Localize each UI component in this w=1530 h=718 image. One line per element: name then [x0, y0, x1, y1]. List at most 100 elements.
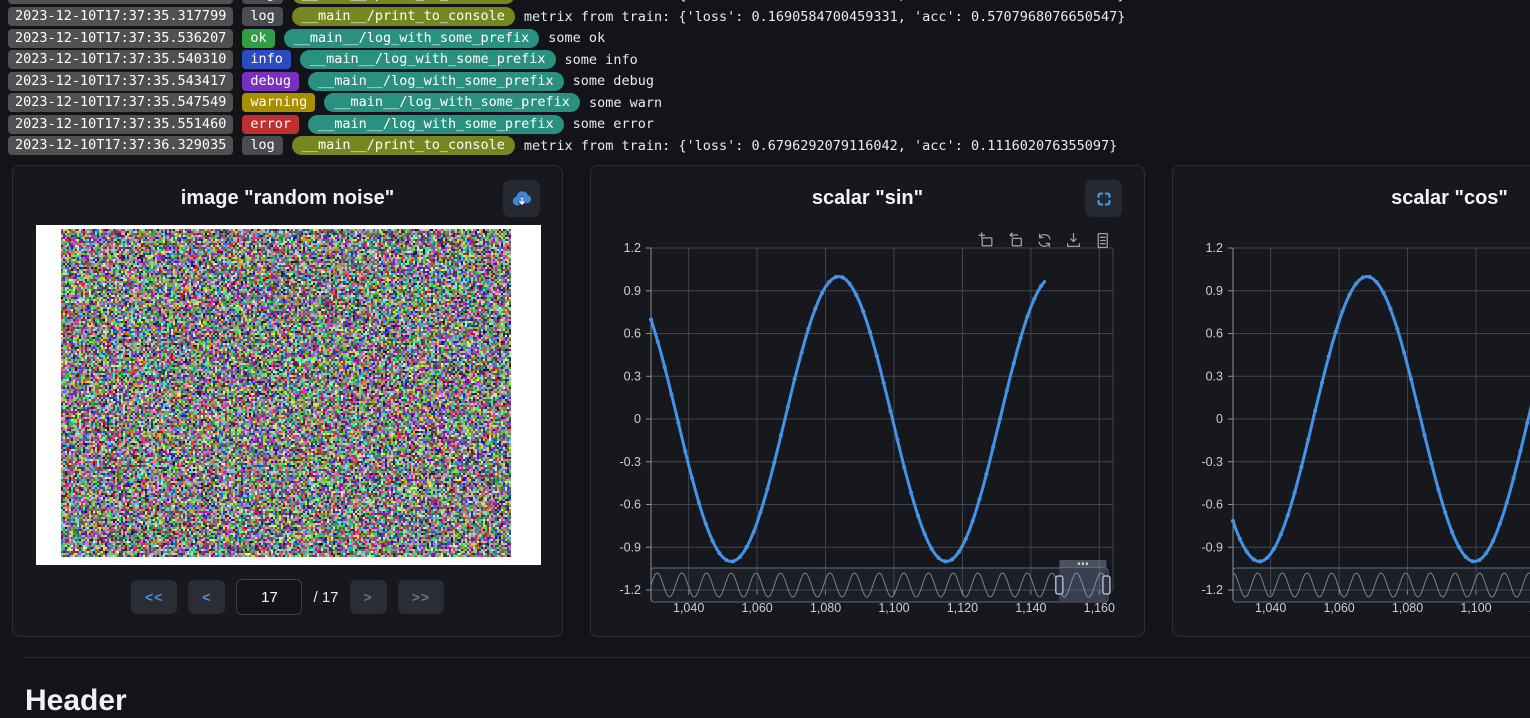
log-level-badge: log — [242, 136, 282, 155]
svg-text:0: 0 — [634, 412, 641, 426]
log-row: 2023-12-10T17:37:36.329035 log __main__/pr… — [8, 136, 1530, 155]
log-row: 2023-12-10T17:37:35.317799 log __main__/pr… — [8, 0, 1530, 4]
toolbox-save-image-button[interactable] — [1065, 232, 1082, 251]
x-axis-labels: 1,0401,0601,0801,1001,1201,1401,160 — [1255, 601, 1530, 615]
svg-text:0.9: 0.9 — [624, 284, 641, 298]
svg-text:-1.2: -1.2 — [1201, 583, 1223, 597]
random-noise-image — [61, 229, 511, 557]
svg-text:-0.9: -0.9 — [619, 540, 641, 554]
svg-text:1,120: 1,120 — [947, 601, 978, 615]
log-message: some warn — [589, 95, 662, 111]
log-message: metrix from train: {'loss': 0.6796292079… — [524, 138, 1117, 154]
sin-chart-card: scalar "sin" 1.20.90.60.30-0.3-0.6-0.9-1… — [590, 165, 1145, 637]
datazoom-move-handle[interactable] — [1059, 560, 1106, 568]
log-prefix-badge: __main__/print_to_console — [292, 7, 515, 26]
cos-chart: 1.20.90.60.30-0.3-0.6-0.9-1.21,0401,0601… — [1173, 166, 1530, 636]
svg-text:-0.3: -0.3 — [1201, 455, 1223, 469]
svg-text:1,160: 1,160 — [1084, 601, 1115, 615]
toolbox-restore-button[interactable] — [1036, 232, 1053, 251]
log-row: 2023-12-10T17:37:35.536207 ok __main__/log… — [8, 29, 1530, 48]
log-row-partial: 2023-12-10T17:37:35.317799 log __main__/pr… — [8, 0, 1530, 5]
svg-text:1.2: 1.2 — [624, 241, 641, 255]
noise-image-frame — [36, 225, 541, 565]
y-axis-labels: 1.20.90.60.30-0.3-0.6-0.9-1.2 — [619, 241, 641, 597]
log-prefix-badge: __main__/log_with_some_prefix — [308, 115, 564, 134]
log-timestamp: 2023-12-10T17:37:35.551460 — [8, 115, 233, 134]
svg-text:1,100: 1,100 — [1460, 601, 1491, 615]
datazoom-slider[interactable] — [651, 560, 1110, 602]
svg-text:-0.9: -0.9 — [1201, 540, 1223, 554]
svg-text:1,080: 1,080 — [810, 601, 841, 615]
page-number-input[interactable] — [236, 579, 302, 615]
log-row: 2023-12-10T17:37:35.540310 info __main__/l… — [8, 50, 1530, 69]
page-total-label: / 17 — [313, 589, 338, 606]
y-axis-labels: 1.20.90.60.30-0.3-0.6-0.9-1.2 — [1201, 241, 1223, 597]
image-pagination: << < / 17 > >> — [13, 579, 562, 615]
log-timestamp: 2023-12-10T17:37:35.317799 — [8, 7, 233, 26]
svg-text:0.3: 0.3 — [1206, 369, 1223, 383]
prev-page-button[interactable]: < — [188, 580, 225, 614]
log-prefix-badge: __main__/log_with_some_prefix — [284, 29, 540, 48]
image-card: image "random noise" << < / 17 > >> — [12, 165, 563, 637]
log-row: 2023-12-10T17:37:35.543417debug__main__/… — [8, 72, 1530, 91]
log-message: some ok — [548, 30, 605, 46]
svg-text:-0.6: -0.6 — [1201, 498, 1223, 512]
log-timestamp: 2023-12-10T17:37:36.329035 — [8, 136, 233, 155]
toolbox-data-view-button[interactable] — [1094, 232, 1111, 251]
log-row: 2023-12-10T17:37:35.317799 log __main__/pr… — [8, 7, 1530, 26]
log-level-badge: error — [242, 115, 299, 134]
log-output: 2023-12-10T17:37:35.317799 log __main__/pr… — [0, 0, 1530, 158]
svg-text:0: 0 — [1216, 412, 1223, 426]
svg-text:1,080: 1,080 — [1392, 601, 1423, 615]
log-message: metrix from train: {'loss': 0.1690584700… — [524, 9, 1125, 25]
log-prefix-badge: __main__/print_to_console — [292, 136, 515, 155]
save-image-icon — [1065, 232, 1082, 249]
log-message: some error — [573, 116, 654, 132]
first-page-button[interactable]: << — [131, 580, 177, 614]
log-message: some debug — [573, 73, 654, 89]
toolbox-zoom-reset-button[interactable] — [1007, 232, 1024, 251]
svg-text:1,060: 1,060 — [741, 601, 772, 615]
log-level-badge: info — [242, 50, 291, 69]
download-image-button[interactable] — [503, 180, 540, 217]
log-prefix-badge: __main__/log_with_some_prefix — [300, 50, 556, 69]
svg-text:0.3: 0.3 — [624, 369, 641, 383]
toolbox-zoom-button[interactable] — [978, 232, 995, 251]
svg-text:0.9: 0.9 — [1206, 284, 1223, 298]
log-timestamp: 2023-12-10T17:37:35.543417 — [8, 72, 233, 91]
log-prefix-badge: __main__/print_to_console — [292, 0, 515, 4]
log-timestamp: 2023-12-10T17:37:35.540310 — [8, 50, 233, 69]
zoom-reset-icon — [1007, 232, 1024, 249]
log-level-badge: log — [242, 0, 282, 4]
svg-text:-0.6: -0.6 — [619, 498, 641, 512]
log-level-badge: ok — [242, 29, 274, 48]
section-divider — [24, 657, 1530, 658]
log-timestamp: 2023-12-10T17:37:35.536207 — [8, 29, 233, 48]
zoom-icon — [978, 232, 995, 249]
log-level-badge: debug — [242, 72, 299, 91]
log-timestamp: 2023-12-10T17:37:35.317799 — [8, 0, 233, 4]
datazoom-left-handle[interactable] — [1056, 576, 1063, 594]
image-card-title: image "random noise" — [13, 180, 562, 216]
svg-text:1,100: 1,100 — [878, 601, 909, 615]
chart-toolbox — [978, 232, 1111, 251]
log-message: metrix from train: {'loss': 0.1690584700… — [524, 0, 1125, 3]
svg-text:0.6: 0.6 — [624, 327, 641, 341]
svg-text:1,040: 1,040 — [1255, 601, 1286, 615]
datazoom-slider[interactable] — [1233, 560, 1530, 602]
data-view-icon — [1094, 232, 1111, 249]
log-row: 2023-12-10T17:37:35.551460 error __main__/… — [8, 115, 1530, 134]
svg-text:0.6: 0.6 — [1206, 327, 1223, 341]
log-row: 2023-12-10T17:37:35.547549warning__main_… — [8, 93, 1530, 112]
section-heading: Header — [25, 684, 127, 718]
datazoom-right-handle[interactable] — [1103, 576, 1110, 594]
log-message: some info — [565, 52, 638, 68]
last-page-button[interactable]: >> — [398, 580, 444, 614]
svg-text:-1.2: -1.2 — [619, 583, 641, 597]
x-axis-labels: 1,0401,0601,0801,1001,1201,1401,160 — [673, 601, 1115, 615]
cos-chart-card: scalar "cos" 1.20.90.60.30-0.3-0.6-0.9-1… — [1172, 165, 1530, 637]
svg-text:1,040: 1,040 — [673, 601, 704, 615]
log-level-badge: log — [242, 7, 282, 26]
next-page-button[interactable]: > — [350, 580, 387, 614]
restore-icon — [1036, 232, 1053, 249]
